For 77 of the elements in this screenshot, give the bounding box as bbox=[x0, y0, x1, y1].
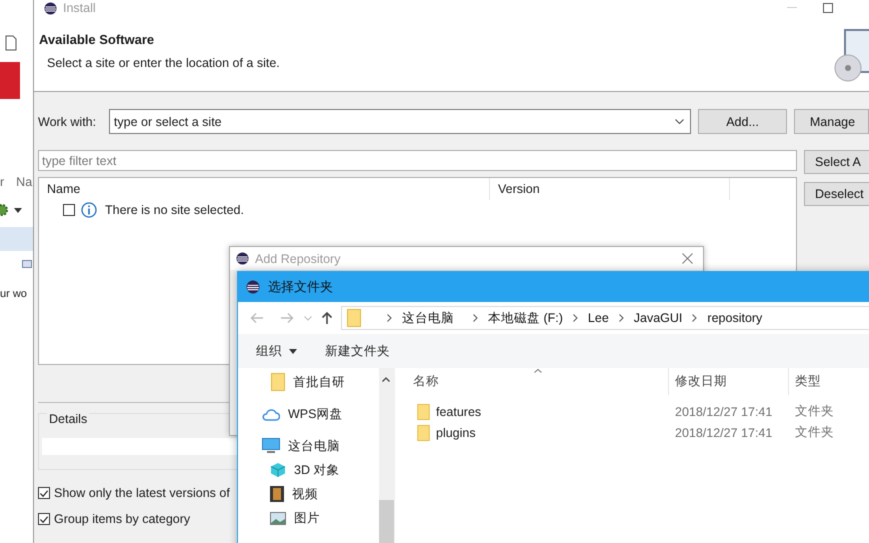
address-bar[interactable]: 这台电脑 本地磁盘 (F:) Lee JavaGUI repository bbox=[341, 306, 869, 330]
table-cell-text: 2018/12/27 17:41 bbox=[674, 404, 774, 418]
chevron-down-icon bbox=[675, 119, 684, 124]
filter-field[interactable]: type filter text bbox=[38, 150, 797, 171]
caret-icon bbox=[289, 348, 297, 354]
cube-icon bbox=[270, 462, 286, 478]
chevron-right-icon bbox=[572, 314, 578, 322]
breadcrumb[interactable]: 本地磁盘 (F:) bbox=[488, 310, 563, 326]
up-arrow-icon[interactable] bbox=[321, 311, 333, 325]
checkbox[interactable] bbox=[63, 204, 75, 216]
site-combo[interactable]: type or select a site bbox=[108, 109, 692, 134]
column-label[interactable]: r bbox=[0, 175, 4, 189]
option-label: Show only the latest versions of bbox=[54, 486, 230, 500]
chevron-right-icon bbox=[387, 314, 392, 322]
option-label: Group items by category bbox=[54, 512, 190, 526]
breadcrumb[interactable]: JavaGUI bbox=[634, 311, 682, 325]
chevron-right-icon bbox=[473, 314, 478, 322]
info-icon bbox=[81, 202, 97, 218]
eclipse-icon bbox=[236, 252, 249, 265]
toolbar-button[interactable]: 组织 bbox=[256, 342, 297, 360]
dialog-button[interactable]: Add... bbox=[698, 109, 787, 134]
nav-item[interactable]: 首批自研 bbox=[238, 370, 379, 394]
chevron-right-icon bbox=[692, 314, 698, 322]
nav-item[interactable]: 这台电脑 bbox=[238, 434, 379, 458]
film-icon bbox=[270, 486, 284, 502]
window-title: Install bbox=[63, 1, 96, 15]
column-header[interactable]: 类型 bbox=[789, 368, 821, 395]
column-label[interactable]: Na bbox=[16, 175, 32, 189]
column-header[interactable]: 名称 bbox=[395, 368, 669, 395]
sort-caret-icon bbox=[534, 369, 542, 373]
file-icon[interactable] bbox=[5, 35, 17, 51]
table-cell-text: 2018/12/27 17:41 bbox=[674, 426, 774, 440]
chevron-right-icon bbox=[618, 314, 624, 322]
breadcrumb[interactable]: Lee bbox=[588, 311, 609, 325]
folder-icon bbox=[271, 373, 285, 391]
file-name[interactable]: features bbox=[436, 404, 482, 418]
file-name[interactable]: plugins bbox=[436, 426, 476, 440]
selection-button[interactable]: Select A bbox=[804, 150, 869, 174]
toolbar-button[interactable]: 新建文件夹 bbox=[325, 342, 390, 360]
nav-item[interactable]: 视频 bbox=[238, 482, 379, 506]
work-with-label: Work with: bbox=[38, 114, 98, 128]
window-title: 选择文件夹 bbox=[268, 278, 333, 296]
editor-text: ur wo bbox=[0, 288, 27, 300]
scrollbar-thumb[interactable] bbox=[379, 500, 394, 543]
folder-icon bbox=[417, 424, 430, 440]
nav-item[interactable]: 3D 对象 bbox=[238, 458, 379, 482]
breadcrumb[interactable]: 这台电脑 bbox=[402, 310, 454, 326]
folder-icon bbox=[347, 309, 361, 327]
checkbox[interactable] bbox=[38, 487, 50, 499]
table-cell-text: 文件夹 bbox=[794, 424, 834, 441]
nav-item[interactable]: 图片 bbox=[238, 506, 379, 530]
table-cell: There is no site selected. bbox=[105, 203, 244, 217]
nav-item[interactable]: WPS网盘 bbox=[238, 402, 379, 426]
column-header[interactable]: Version bbox=[490, 178, 730, 200]
cloud-icon bbox=[262, 408, 280, 420]
table-cell-text: 文件夹 bbox=[794, 403, 834, 420]
selection-button[interactable]: Deselect bbox=[804, 182, 869, 206]
scroll-up-icon[interactable] bbox=[382, 377, 390, 382]
page-description: Select a site or enter the location of a site. bbox=[47, 56, 280, 70]
close-icon[interactable] bbox=[682, 253, 693, 264]
window-title: Add Repository bbox=[255, 252, 340, 266]
page-heading: Available Software bbox=[39, 32, 156, 47]
dialog-button[interactable]: Manage bbox=[794, 109, 869, 134]
folder-icon bbox=[417, 404, 430, 420]
window-icon[interactable] bbox=[22, 260, 32, 270]
monitor-icon bbox=[262, 438, 280, 454]
column-header[interactable]: Name bbox=[39, 178, 490, 200]
maximize-icon[interactable] bbox=[823, 3, 833, 13]
scrollbar-track[interactable] bbox=[379, 368, 394, 543]
header-banner bbox=[0, 62, 20, 99]
details-label: Details bbox=[47, 412, 90, 426]
checkbox[interactable] bbox=[38, 513, 50, 525]
eclipse-icon bbox=[246, 280, 260, 294]
picture-icon bbox=[270, 512, 286, 524]
caret-icon[interactable] bbox=[14, 208, 22, 212]
column-header[interactable]: 修改日期 bbox=[669, 368, 789, 395]
breadcrumb[interactable]: repository bbox=[707, 311, 762, 325]
